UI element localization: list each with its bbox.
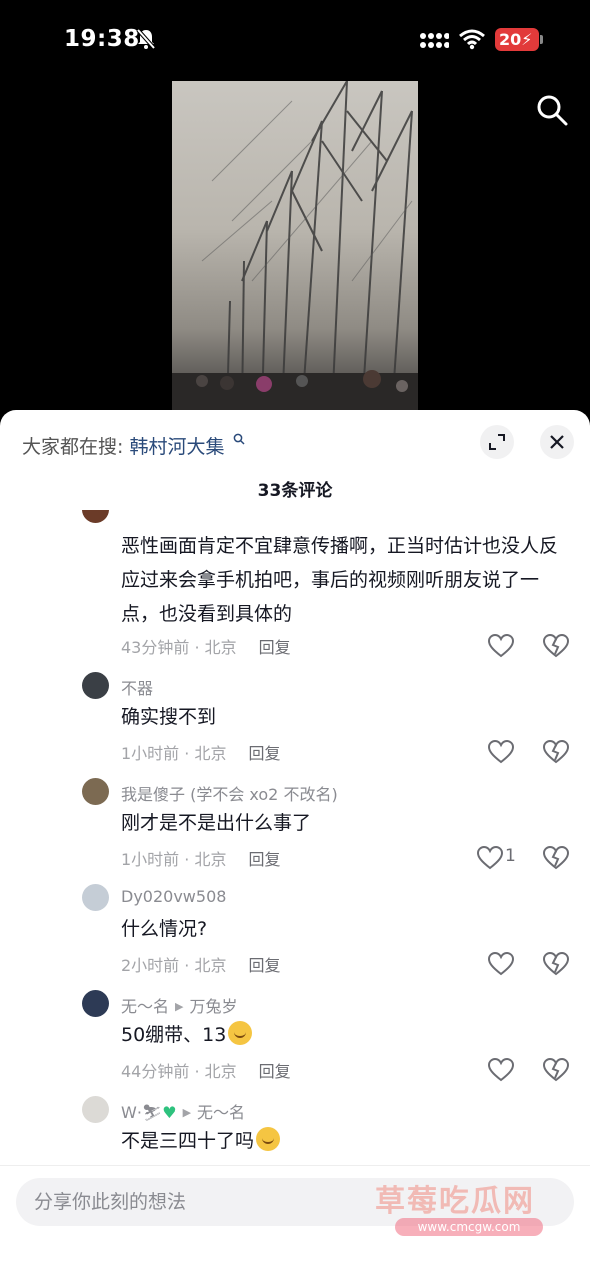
expand-button[interactable] — [480, 425, 514, 459]
wifi-icon — [459, 29, 485, 50]
comment-author[interactable]: 无～名 ▶ 万兔岁 — [121, 993, 238, 1017]
comment-author[interactable]: 不器 — [121, 675, 153, 699]
grin-emoji-icon — [228, 1021, 253, 1045]
reply-button[interactable]: 回复 — [248, 850, 280, 869]
battery-level: 20 — [499, 30, 522, 49]
reply-to-name: 无～名 — [197, 1103, 246, 1122]
battery-indicator: 20⚡ — [495, 28, 543, 51]
comment-text: 确实搜不到 — [121, 706, 217, 728]
video-player[interactable] — [172, 81, 418, 411]
avatar[interactable] — [82, 778, 109, 805]
comment-meta: 1小时前 · 北京 回复 — [121, 740, 280, 764]
comment-meta: 2小时前 · 北京 回复 — [121, 952, 280, 976]
comment-input-bar: 分享你此刻的想法 草莓吃瓜网 www.cmcgw.com — [0, 1165, 590, 1280]
skier-emoji-icon: ⛷ — [141, 1103, 163, 1122]
comment-text: 刚才是不是出什么事了 — [121, 812, 312, 834]
reply-button[interactable]: 回复 — [248, 744, 280, 763]
expand-icon — [489, 434, 505, 450]
broken-heart-dislike-icon[interactable] — [543, 740, 569, 764]
search-suggestion-term[interactable]: 韩村河大集 — [129, 436, 224, 458]
close-button[interactable] — [540, 425, 574, 459]
comments-sheet: 大家都在搜: 韩村河大集 33条评论 恶性画面肯定不宜肆意传播啊，正当时估计也没… — [0, 410, 590, 1280]
avatar[interactable] — [82, 672, 109, 699]
heart-like-icon[interactable] — [488, 740, 514, 764]
comment-list[interactable]: 恶性画面肯定不宜肆意传播啊，正当时估计也没人反应过来会拿手机拍吧，事后的视频刚听… — [0, 510, 590, 1165]
comment-meta: 1小时前 · 北京 回复 — [121, 846, 280, 870]
comment-time-location: 43分钟前 · 北京 — [121, 638, 237, 657]
small-search-icon — [233, 433, 245, 445]
avatar[interactable] — [82, 1096, 109, 1123]
comment-text: 什么情况? — [121, 918, 208, 940]
close-icon — [550, 435, 564, 449]
status-time: 19:38 — [64, 26, 140, 52]
reply-arrow-icon: ▶ — [175, 1000, 184, 1013]
comment-author[interactable]: Dy020vw508 — [121, 887, 226, 906]
broken-heart-dislike-icon[interactable] — [543, 1058, 569, 1082]
comment-text: 50绷带、13 — [121, 1018, 566, 1052]
comment-text: 恶性画面肯定不宜肆意传播啊，正当时估计也没人反应过来会拿手机拍吧，事后的视频刚听… — [121, 535, 559, 625]
heart-like-icon[interactable] — [488, 952, 514, 976]
comment-meta: 43分钟前 · 北京 回复 — [121, 634, 291, 658]
heart-like-icon[interactable] — [488, 634, 514, 658]
watermark-url: www.cmcgw.com — [395, 1218, 543, 1236]
bell-muted-icon — [136, 28, 156, 50]
reply-button[interactable]: 回复 — [259, 1062, 291, 1081]
search-icon[interactable] — [536, 94, 568, 126]
watermark-title: 草莓吃瓜网 — [375, 1184, 535, 1219]
comment-count: 33条评论 — [257, 481, 333, 501]
reply-button[interactable]: 回复 — [259, 638, 291, 657]
comments-sheet-header: 大家都在搜: 韩村河大集 33条评论 — [0, 410, 590, 510]
comment-time-location: 2小时前 · 北京 — [121, 956, 227, 975]
search-suggestion[interactable]: 大家都在搜: 韩村河大集 — [22, 432, 245, 459]
comment-text: 不是三四十了吗 — [121, 1124, 566, 1158]
avatar[interactable] — [82, 884, 109, 911]
cellular-signal-icon — [420, 33, 449, 48]
avatar[interactable] — [82, 510, 109, 523]
video-frame-trees — [172, 81, 418, 411]
charging-bolt-icon: ⚡ — [521, 30, 533, 49]
reply-button[interactable]: 回复 — [248, 956, 280, 975]
avatar[interactable] — [82, 990, 109, 1017]
comment-time-location: 1小时前 · 北京 — [121, 744, 227, 763]
reply-arrow-icon: ▶ — [182, 1106, 192, 1119]
like-count: 1 — [505, 846, 516, 866]
broken-heart-dislike-icon[interactable] — [543, 634, 569, 658]
comment-text-body: 不是三四十了吗 — [121, 1130, 255, 1152]
search-suggestion-prefix: 大家都在搜: — [22, 436, 124, 458]
status-bar: 19:38 20⚡ — [0, 0, 590, 80]
comment-author[interactable]: W·⛷♥ ▶ 无～名 — [121, 1099, 245, 1123]
comment-time-location: 44分钟前 · 北京 — [121, 1062, 237, 1081]
comment-author-name: 无～名 — [121, 997, 170, 1016]
grin-emoji-icon — [256, 1127, 281, 1151]
heart-like-icon[interactable] — [488, 1058, 514, 1082]
comment-text-body: 50绷带、13 — [121, 1024, 227, 1046]
comment-time-location: 1小时前 · 北京 — [121, 850, 227, 869]
green-heart-emoji-icon: ♥ — [162, 1103, 177, 1122]
comment-meta: 44分钟前 · 北京 回复 — [121, 1058, 291, 1082]
broken-heart-dislike-icon[interactable] — [543, 952, 569, 976]
heart-like-icon[interactable] — [477, 846, 503, 870]
reply-to-name: 万兔岁 — [189, 997, 238, 1016]
comment-author[interactable]: 我是傻子 (学不会 xo2 不改名) — [121, 781, 338, 805]
comment-author-name: W· — [121, 1103, 142, 1122]
broken-heart-dislike-icon[interactable] — [543, 846, 569, 870]
